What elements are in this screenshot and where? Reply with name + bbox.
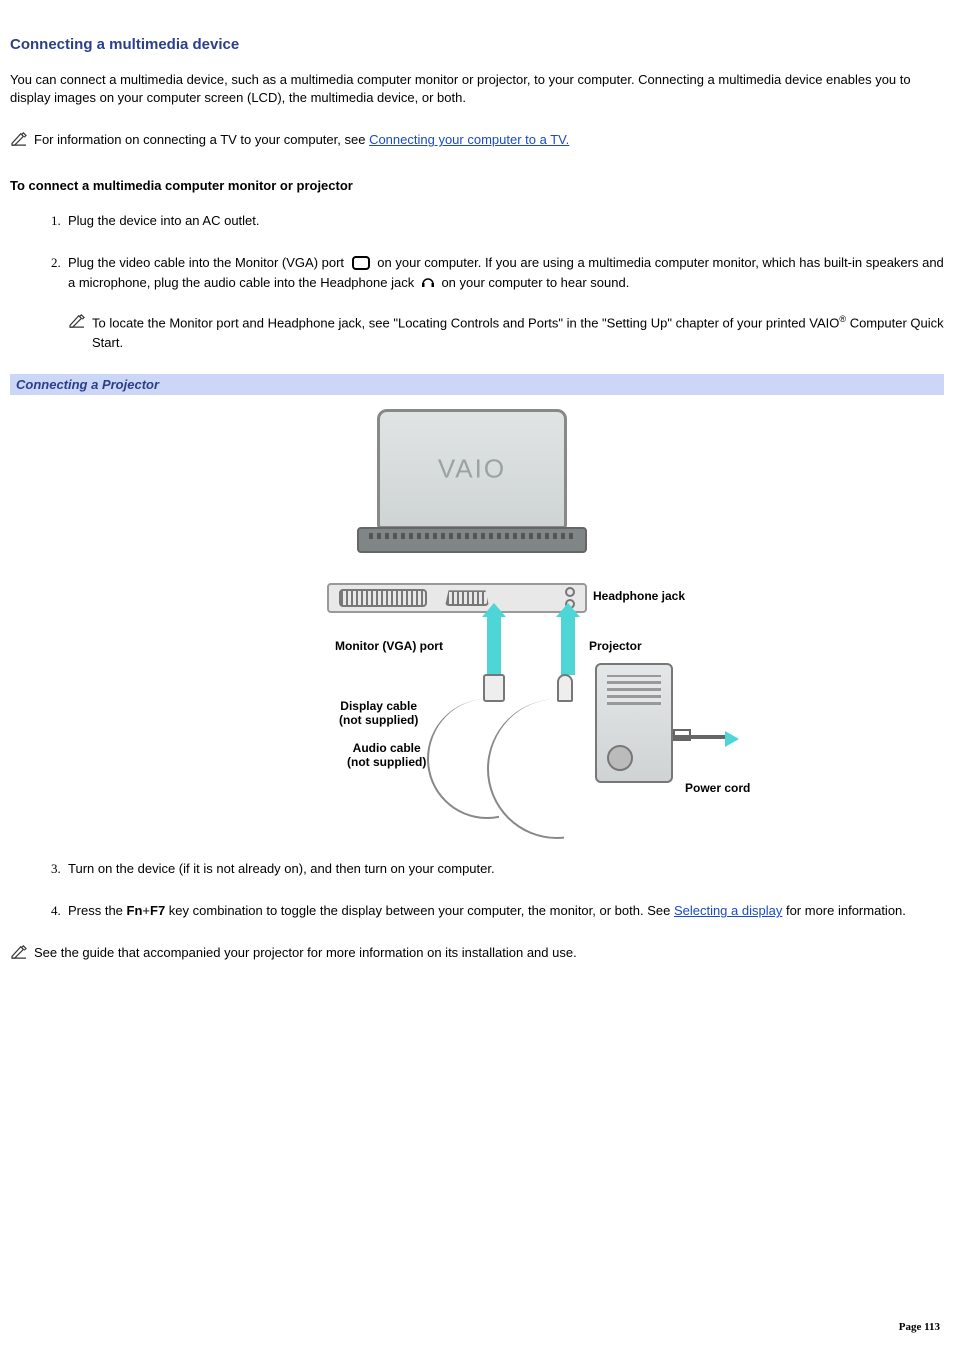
document-body: Connecting a multimedia device You can c… — [0, 0, 954, 962]
arrow-up-vga — [487, 615, 501, 675]
label-audio-cable: Audio cable (not supplied) — [347, 741, 426, 769]
projector-panel — [607, 675, 661, 705]
note-tv-connection: For information on connecting a TV to yo… — [10, 131, 944, 149]
step-2: Plug the video cable into the Monitor (V… — [64, 253, 944, 353]
step2-text-a: Plug the video cable into the Monitor (V… — [68, 255, 348, 270]
note-projector-guide: See the guide that accompanied your proj… — [10, 944, 944, 962]
vga-port-icon — [352, 256, 370, 270]
ports-bar — [327, 583, 587, 613]
plus-sign: + — [142, 903, 150, 918]
headphone-icon — [421, 275, 435, 289]
label-line: Audio cable — [353, 741, 421, 755]
step-4: Press the Fn+F7 key combination to toggl… — [64, 901, 944, 921]
arrow-up-headphone — [561, 615, 575, 675]
page-footer: Page 113 — [899, 1321, 940, 1333]
figure-wrap: VAIO Headphon — [10, 409, 944, 829]
label-vga-port: Monitor (VGA) port — [335, 639, 443, 653]
label-headphone-jack: Headphone jack — [593, 589, 685, 603]
steps-list-cont: Turn on the device (if it is not already… — [10, 859, 944, 921]
label-line: (not supplied) — [339, 713, 418, 727]
intro-paragraph: You can connect a multimedia device, suc… — [10, 71, 944, 107]
link-connect-tv[interactable]: Connecting your computer to a TV. — [369, 132, 569, 147]
step-1: Plug the device into an AC outlet. — [64, 211, 944, 231]
step2-text-c: on your computer to hear sound. — [441, 275, 629, 290]
projector-illustration — [595, 663, 673, 783]
step2-note-text: To locate the Monitor port and Headphone… — [92, 313, 944, 352]
final-note-text: See the guide that accompanied your proj… — [34, 944, 944, 962]
link-selecting-display[interactable]: Selecting a display — [674, 903, 782, 918]
laptop-screen: VAIO — [377, 409, 567, 529]
label-display-cable: Display cable (not supplied) — [339, 699, 418, 727]
steps-list: Plug the device into an AC outlet. Plug … — [10, 211, 944, 353]
step1-text: Plug the device into an AC outlet. — [68, 213, 260, 228]
label-power-cord: Power cord — [685, 781, 750, 795]
jack-icon — [565, 587, 575, 597]
page-title: Connecting a multimedia device — [10, 36, 944, 53]
step4-text-a: Press the — [68, 903, 127, 918]
procedure-heading: To connect a multimedia computer monitor… — [10, 178, 944, 193]
label-projector: Projector — [589, 639, 642, 653]
figure-title: Connecting a Projector — [10, 374, 944, 395]
vaio-logo: VAIO — [438, 454, 506, 485]
power-cord-arrow — [673, 735, 725, 739]
note-pencil-icon — [10, 944, 28, 960]
step2-note: To locate the Monitor port and Headphone… — [68, 313, 944, 352]
step2-note-a: To locate the Monitor port and Headphone… — [92, 315, 839, 330]
parallel-port-icon — [339, 589, 427, 607]
step4-text-b: key combination to toggle the display be… — [165, 903, 674, 918]
step-3: Turn on the device (if it is not already… — [64, 859, 944, 879]
note-prefix: For information on connecting a TV to yo… — [34, 132, 369, 147]
note-text: For information on connecting a TV to yo… — [34, 131, 944, 149]
label-line: Display cable — [340, 699, 417, 713]
audio-connector — [557, 674, 573, 702]
key-f7: F7 — [150, 903, 165, 918]
laptop-base — [357, 527, 587, 553]
projector-diagram: VAIO Headphon — [247, 409, 707, 829]
note-pencil-icon — [68, 313, 86, 329]
key-fn: Fn — [127, 903, 143, 918]
step3-text: Turn on the device (if it is not already… — [68, 861, 495, 876]
note-pencil-icon — [10, 131, 28, 147]
label-line: (not supplied) — [347, 755, 426, 769]
step4-text-c: for more information. — [782, 903, 906, 918]
laptop-illustration: VAIO — [357, 409, 587, 553]
vga-connector — [483, 674, 505, 702]
